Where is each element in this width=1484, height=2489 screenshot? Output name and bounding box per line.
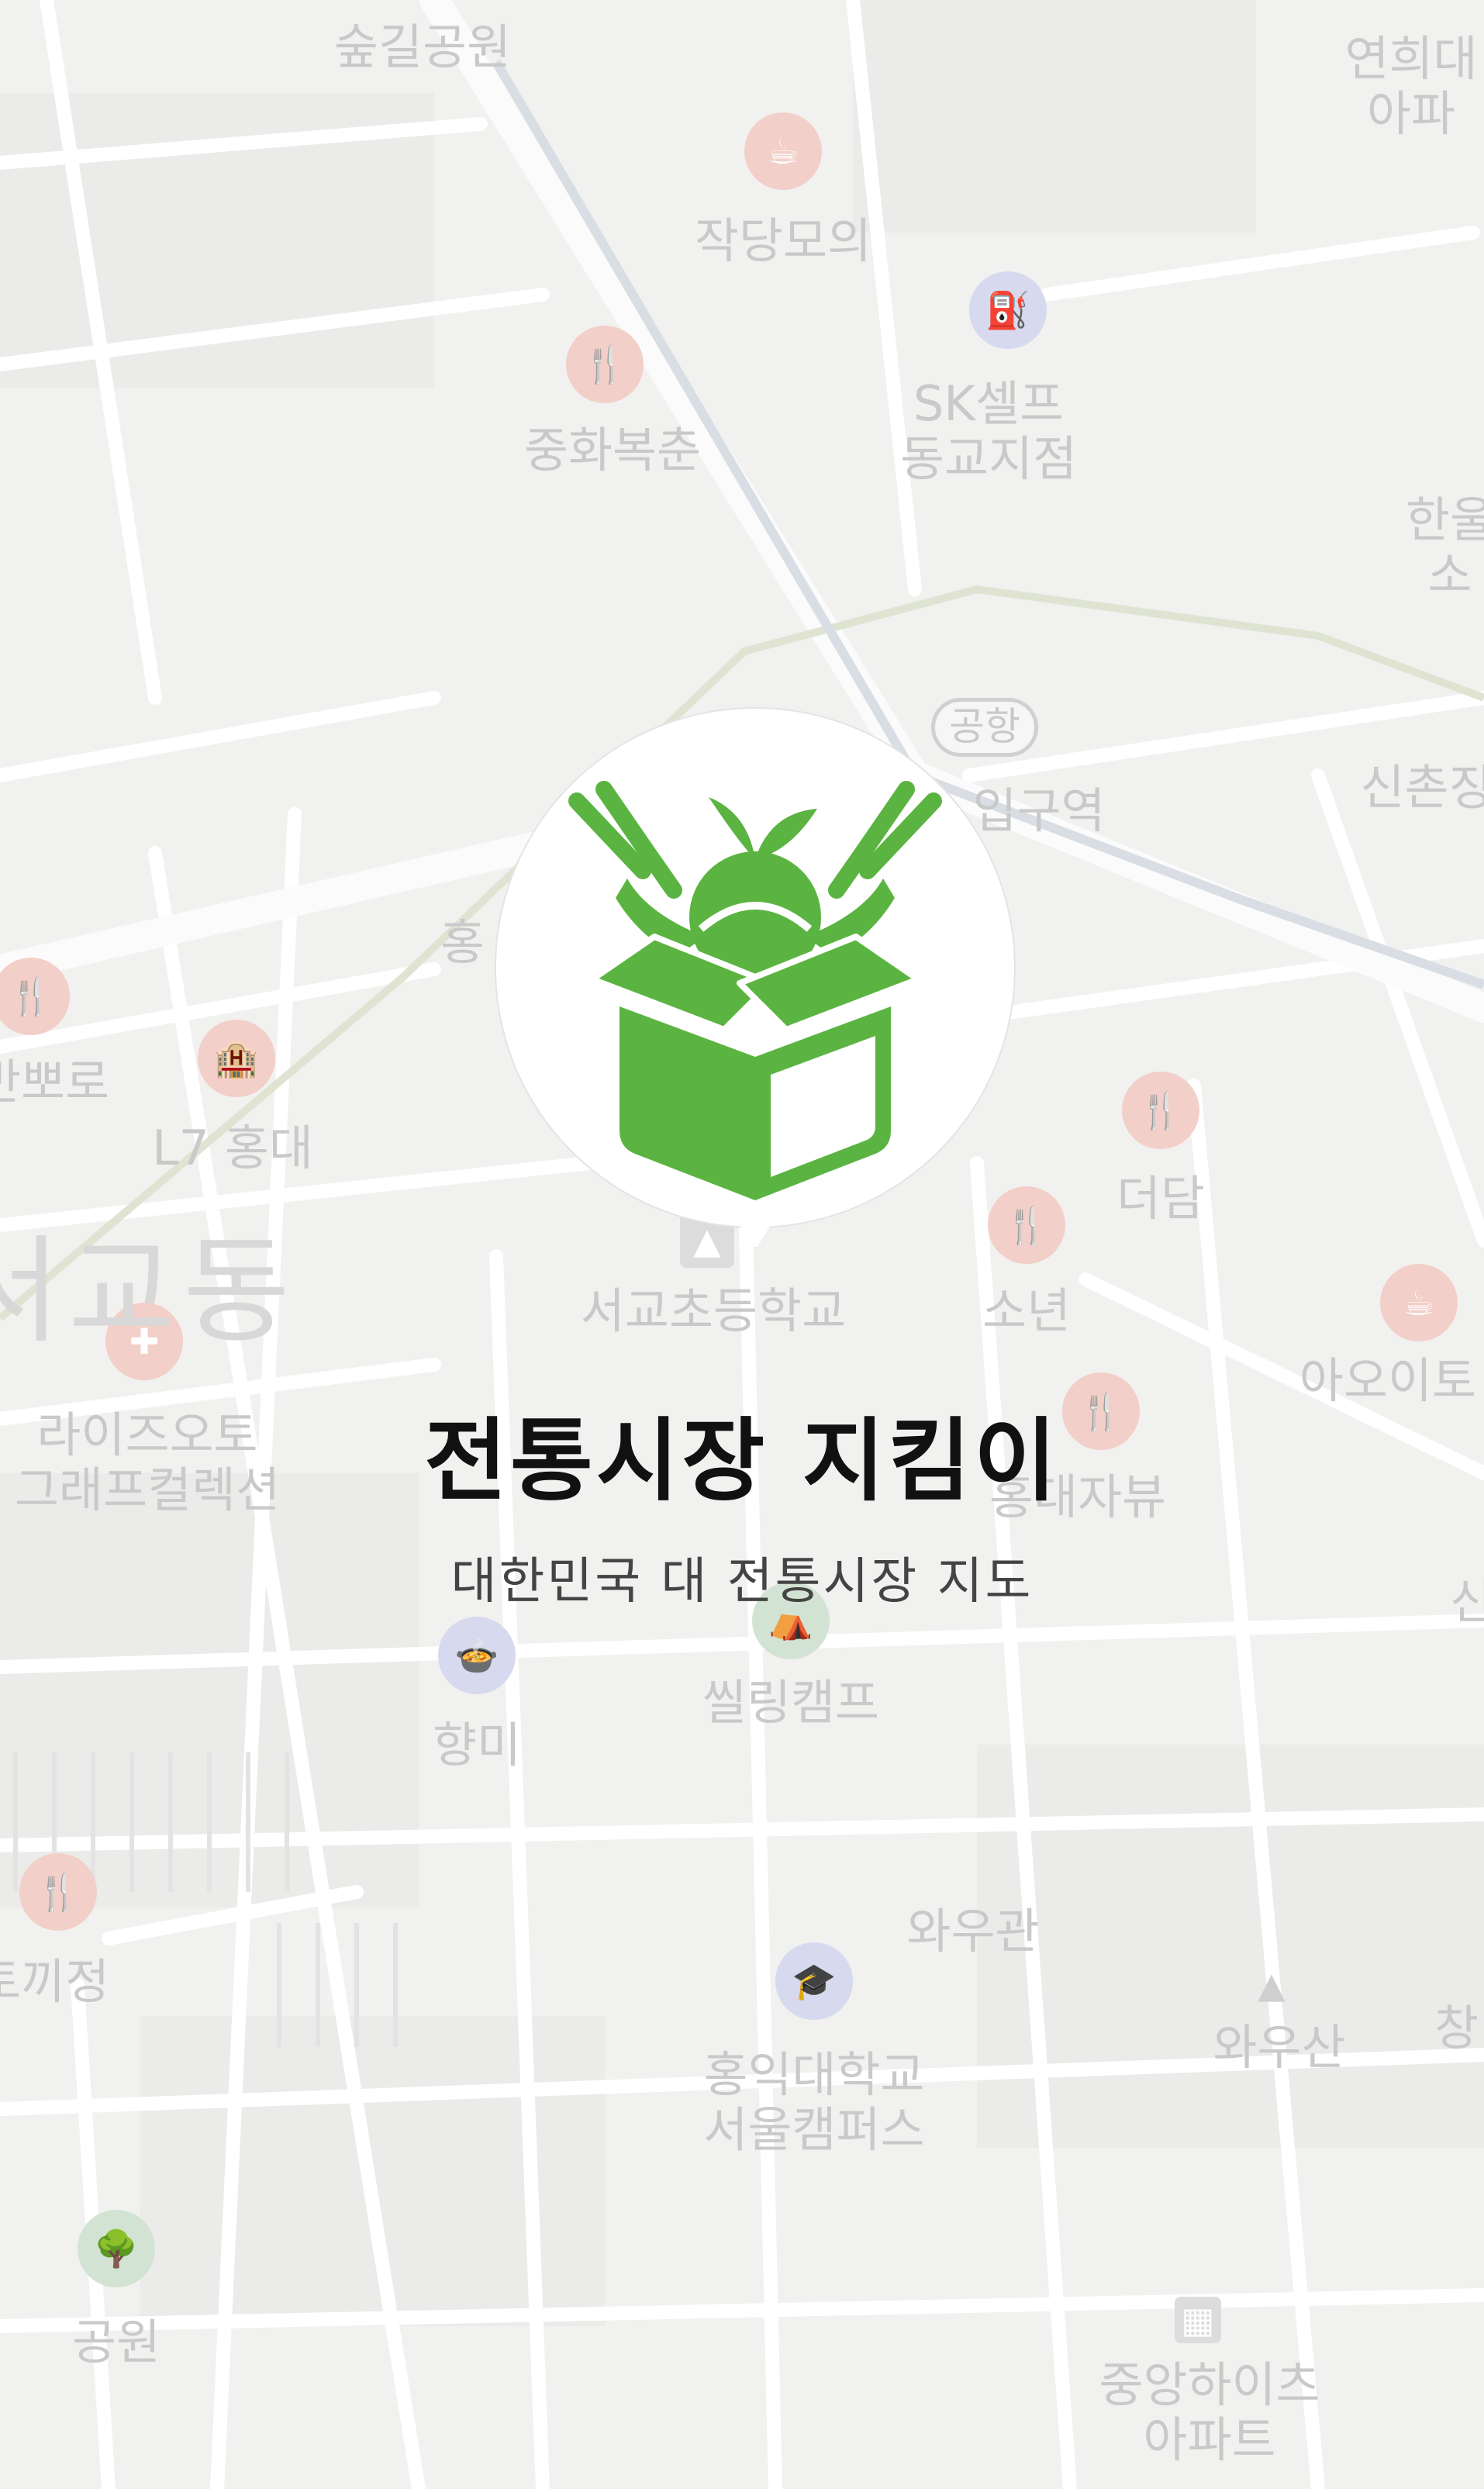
map-label: 서교초등학교	[580, 1282, 847, 1339]
restaurant-marker-icon: 🍴	[19, 1853, 97, 1931]
app-logo-badge	[495, 707, 1016, 1247]
map-label: 숲길공원	[333, 19, 512, 75]
map-label: 와우관	[906, 1903, 1040, 1959]
map-label: 소년	[982, 1282, 1072, 1339]
map-label: 홍익대학교 서울캠퍼스	[703, 2046, 925, 2159]
gas-station-marker-icon: ⛽	[969, 271, 1047, 349]
map-label: 중앙하이츠 아파트	[1099, 2356, 1320, 2469]
map-label: 한울 소	[1405, 492, 1484, 604]
map-label: 홍	[440, 914, 485, 971]
map-label: 연희대 아파	[1344, 30, 1478, 143]
map-district-label: 서교동	[0, 1224, 299, 1359]
map-label: 반뽀로	[0, 1054, 110, 1110]
map-label: 향미	[432, 1717, 522, 1773]
map-label: 신촌징	[1360, 759, 1484, 816]
university-marker-icon: 🎓	[775, 1942, 853, 2020]
map-label: 토끼정	[0, 1953, 110, 2010]
restaurant-marker-icon: ☕	[744, 112, 822, 190]
food-marker-icon: 🍲	[438, 1617, 516, 1694]
restaurant-marker-icon: 🍴	[566, 326, 644, 403]
app-subtitle: 대한민국 대 전통시장 지도	[450, 1553, 1034, 1610]
map-label: 작당모의	[694, 212, 872, 269]
cafe-marker-icon: ☕	[1380, 1264, 1458, 1341]
map-label: 씰링캠프	[702, 1674, 880, 1731]
park-marker-icon: 🌳	[78, 2210, 155, 2287]
mountain-marker-icon: ▲	[1258, 1964, 1286, 2006]
apartment-marker-icon: ▦	[1175, 2297, 1221, 2343]
restaurant-marker-icon: 🍴	[1122, 1072, 1199, 1149]
map-label: 더담	[1116, 1170, 1206, 1227]
map-label: 중화복춘	[523, 422, 702, 478]
map-label: L7 홍대	[152, 1120, 313, 1176]
app-title: 전통시장 지킴이	[424, 1409, 1060, 1514]
map-label: 와우산	[1213, 2019, 1346, 2076]
hotel-marker-icon: 🏨	[198, 1020, 275, 1097]
map-label: SK셀프 동교지점	[899, 375, 1078, 488]
map-label: 창	[1434, 2000, 1479, 2056]
map-label: 공원	[71, 2314, 161, 2370]
